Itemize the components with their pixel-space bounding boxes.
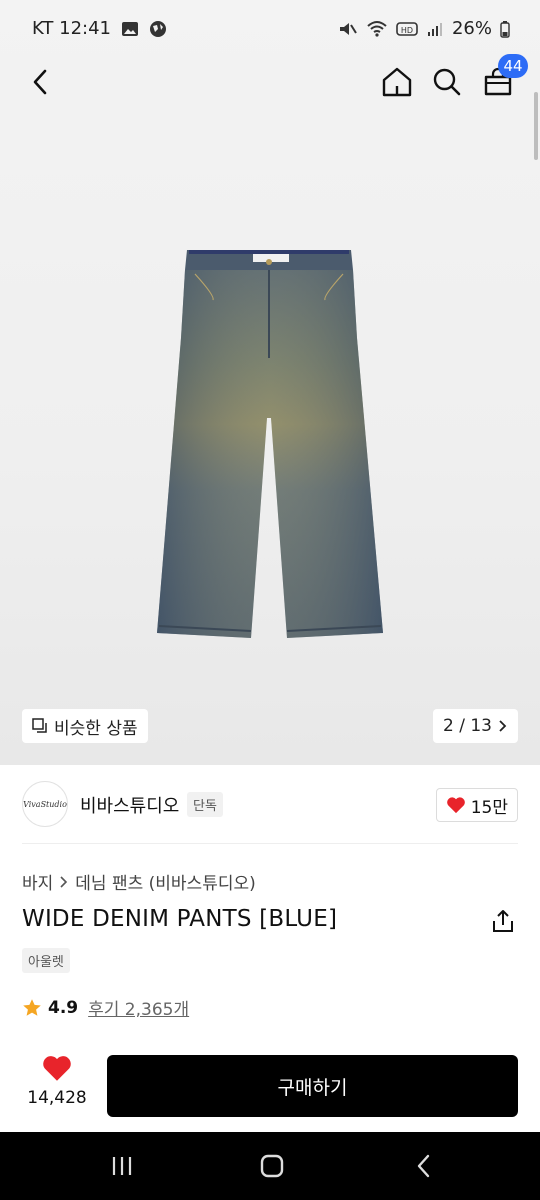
- brand-logo[interactable]: VivaStudio: [22, 781, 68, 827]
- brand-exclusive-tag: 단독: [187, 792, 223, 817]
- globe-notification-icon: [150, 20, 166, 37]
- home-nav-icon[interactable]: [258, 1152, 286, 1180]
- status-time: KT 12:41: [32, 18, 111, 39]
- product-image-gallery[interactable]: 비슷한 상품 2 / 13: [0, 0, 540, 765]
- cart-button[interactable]: 44: [476, 54, 528, 104]
- buy-button[interactable]: 구매하기: [107, 1055, 518, 1117]
- share-button[interactable]: [490, 908, 516, 934]
- brand-like-button[interactable]: 15만: [435, 788, 518, 822]
- back-nav-icon[interactable]: [410, 1152, 438, 1180]
- chevron-right-icon: [60, 875, 68, 888]
- similar-products-icon: [32, 718, 47, 733]
- heart-icon: [446, 797, 465, 814]
- gallery-page-indicator[interactable]: 2 / 13: [433, 709, 518, 743]
- similar-products-button[interactable]: 비슷한 상품: [22, 709, 148, 743]
- hd-voice-icon: HD: [396, 21, 418, 36]
- rating-value: 4.9: [48, 997, 79, 1018]
- search-icon: [433, 68, 461, 96]
- cart-count-badge: 44: [498, 54, 528, 78]
- star-icon: [23, 998, 41, 1016]
- page-indicator-text: 2 / 13: [443, 716, 492, 736]
- status-left: KT 12:41: [32, 18, 167, 39]
- back-button[interactable]: [18, 60, 62, 104]
- wishlist-count: 14,428: [27, 1088, 87, 1108]
- breadcrumb-category[interactable]: 바지: [22, 869, 53, 894]
- breadcrumb-subcategory[interactable]: 데님 팬츠 (비바스튜디오): [75, 869, 255, 894]
- gallery-notification-icon: [122, 21, 138, 36]
- recent-apps-icon[interactable]: [108, 1152, 136, 1180]
- breadcrumb: 바지 데님 팬츠 (비바스튜디오): [22, 869, 256, 894]
- product-image-jeans: [157, 250, 383, 638]
- similar-products-label: 비슷한 상품: [54, 718, 138, 739]
- outlet-tag: 아울렛: [22, 948, 70, 973]
- system-navigation-bar: [0, 1132, 540, 1200]
- brand-logo-text: VivaStudio: [23, 799, 67, 809]
- signal-icon: [427, 22, 442, 36]
- product-title: WIDE DENIM PANTS [BLUE]: [22, 906, 338, 932]
- rating-row: 4.9 후기 2,365개: [22, 995, 189, 1020]
- section-divider: [22, 843, 518, 844]
- search-button[interactable]: [425, 60, 469, 104]
- back-arrow-icon: [33, 69, 47, 95]
- brand-row: VivaStudio 비바스튜디오 단독 15만: [0, 775, 540, 837]
- brand-like-count: 15만: [470, 797, 508, 818]
- purchase-bar: 14,428 구매하기: [0, 1040, 540, 1132]
- home-button[interactable]: [375, 60, 419, 104]
- heart-icon: [43, 1056, 71, 1081]
- top-navigation: 44: [0, 54, 540, 104]
- home-icon: [382, 67, 412, 97]
- svg-text:HD: HD: [401, 26, 413, 35]
- chevron-right-icon: [499, 720, 507, 732]
- battery-icon: [500, 20, 510, 38]
- status-bar: KT 12:41 HD 26%: [0, 0, 540, 60]
- wifi-icon: [367, 20, 387, 37]
- review-count-link[interactable]: 후기 2,365개: [88, 995, 189, 1020]
- share-icon: [493, 910, 513, 932]
- status-right: HD 26%: [338, 18, 510, 39]
- wishlist-button[interactable]: 14,428: [22, 1054, 92, 1108]
- battery-percent: 26%: [451, 18, 492, 39]
- mute-icon: [339, 22, 357, 35]
- brand-name[interactable]: 비바스튜디오: [80, 792, 179, 818]
